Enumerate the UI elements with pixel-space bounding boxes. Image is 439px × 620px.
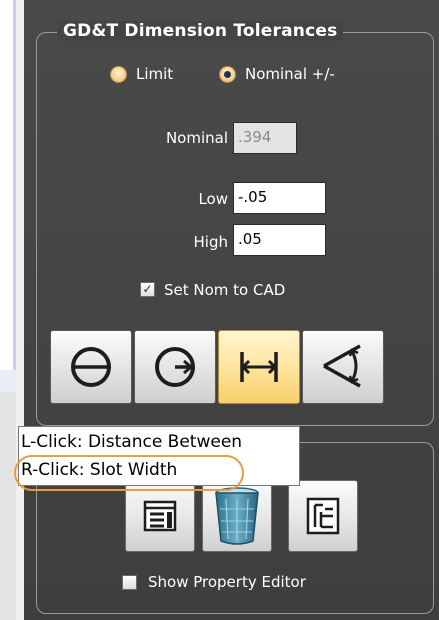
show-property-editor-checkbox[interactable] [122,575,137,590]
high-field[interactable]: .05 [233,224,326,256]
low-label: Low [198,190,228,208]
tolerance-mode-row: Limit Nominal +/- [24,64,439,88]
nominal-radio[interactable] [219,66,236,83]
radius-button[interactable] [134,330,216,404]
property-list-icon [143,500,177,532]
set-nom-to-cad-checkbox[interactable]: ✓ [140,282,155,297]
nominal-label: Nominal [165,129,228,147]
angle-icon [323,344,361,388]
tolerance-panel: GD&T Dimension Tolerances Limit Nominal … [24,0,439,620]
low-field[interactable]: -.05 [233,182,326,214]
highlight-ring [14,455,244,491]
trash-bin-icon [215,487,259,545]
left-pane-white [0,0,16,370]
show-property-editor-label[interactable]: Show Property Editor [148,573,306,591]
left-pane-gray [0,392,16,620]
diameter-button[interactable] [50,330,132,404]
distance-between-button[interactable] [218,330,300,404]
group-title: GD&T Dimension Tolerances [57,21,344,41]
tree-view-button[interactable] [288,480,358,552]
tooltip-line-left-click: L-Click: Distance Between [21,432,243,452]
diameter-icon [71,347,111,387]
left-edge-strip [0,0,16,620]
set-nom-to-cad-label[interactable]: Set Nom to CAD [164,281,285,299]
nominal-field[interactable]: .394 [233,122,297,154]
limit-radio-label[interactable]: Limit [136,65,173,83]
distance-between-icon [240,352,278,382]
tree-view-icon [306,497,340,535]
angle-button[interactable] [302,330,384,404]
nominal-radio-label[interactable]: Nominal +/- [245,65,335,83]
radius-icon [155,347,195,387]
high-label: High [193,233,228,251]
limit-radio[interactable] [110,66,127,83]
